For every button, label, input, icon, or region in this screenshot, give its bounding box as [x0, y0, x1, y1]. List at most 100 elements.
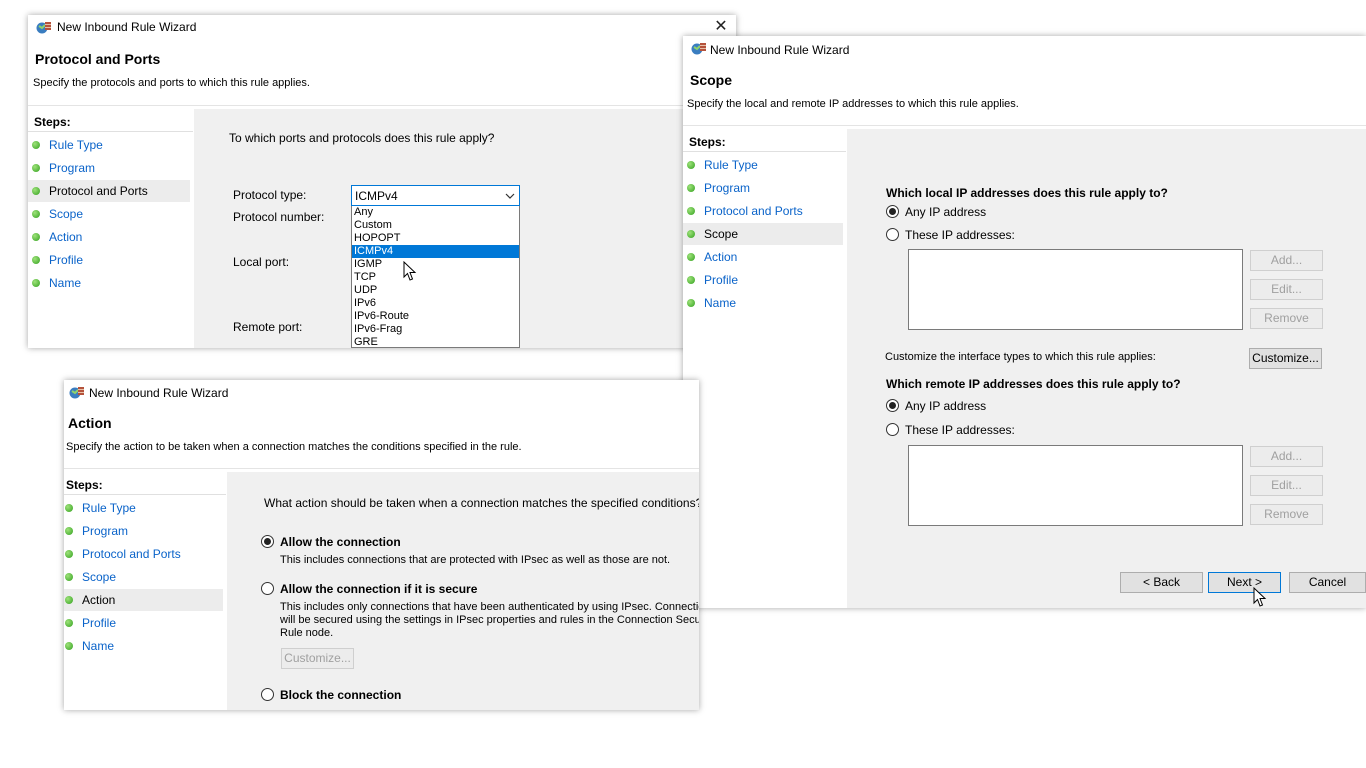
step-profile[interactable]: Profile — [28, 249, 190, 271]
step-rule-type[interactable]: Rule Type — [683, 154, 843, 176]
step-scope[interactable]: Scope — [28, 203, 190, 225]
protocol-ports-wizard-window: New Inbound Rule Wizard ✕ Protocol and P… — [28, 15, 736, 348]
allow-secure-label: Allow the connection if it is secure — [280, 582, 478, 596]
dropdown-option[interactable]: Any — [352, 206, 519, 219]
cancel-button[interactable]: Cancel — [1289, 572, 1366, 593]
mouse-pointer-icon — [1253, 587, 1267, 607]
steps-divider — [28, 131, 193, 132]
green-dot-icon — [687, 276, 695, 284]
protocol-number-label: Protocol number: — [233, 210, 325, 224]
next-button[interactable]: Next > — [1208, 572, 1281, 593]
dropdown-option[interactable]: IPv6-Route — [352, 310, 519, 323]
step-scope[interactable]: Scope — [64, 566, 223, 588]
step-rule-type[interactable]: Rule Type — [64, 497, 223, 519]
steps-heading: Steps: — [66, 478, 103, 492]
step-label: Rule Type — [49, 138, 103, 152]
customize-secure-button[interactable]: Customize... — [281, 648, 354, 669]
step-label: Profile — [704, 273, 739, 287]
allow-connection-radio[interactable] — [261, 535, 274, 548]
window-title: New Inbound Rule Wizard — [57, 20, 197, 34]
step-action[interactable]: Action — [64, 589, 223, 611]
dropdown-option[interactable]: UDP — [352, 284, 519, 297]
dropdown-option[interactable]: TCP — [352, 271, 519, 284]
customize-interfaces-button[interactable]: Customize... — [1249, 348, 1322, 369]
allow-secure-desc-line1: This includes only connections that have… — [280, 601, 699, 613]
green-dot-icon — [65, 527, 73, 535]
dropdown-option[interactable]: Custom — [352, 219, 519, 232]
step-name[interactable]: Name — [64, 635, 223, 657]
dropdown-option[interactable]: HOPOPT — [352, 232, 519, 245]
protocol-type-dropdown[interactable]: Any Custom HOPOPT ICMPv4 IGMP TCP UDP IP… — [351, 206, 520, 348]
step-program[interactable]: Program — [64, 520, 223, 542]
step-label: Scope — [49, 207, 84, 221]
remote-any-ip-radio[interactable] — [886, 399, 899, 412]
steps-panel: Steps: Rule Type Program Protocol and Po… — [28, 109, 193, 348]
remote-these-ip-radio[interactable] — [886, 423, 899, 436]
allow-secure-radio[interactable] — [261, 582, 274, 595]
green-dot-icon — [687, 253, 695, 261]
steps-divider — [64, 494, 226, 495]
back-button[interactable]: < Back — [1120, 572, 1203, 593]
green-dot-icon — [687, 230, 695, 238]
chevron-down-icon — [505, 193, 515, 199]
local-any-ip-radio[interactable] — [886, 205, 899, 218]
remote-remove-button[interactable]: Remove — [1250, 504, 1323, 525]
block-connection-label: Block the connection — [280, 688, 402, 702]
page-subtitle: Specify the action to be taken when a co… — [66, 441, 522, 453]
green-dot-icon — [32, 187, 40, 195]
action-question: What action should be taken when a conne… — [264, 496, 699, 510]
step-protocol-and-ports[interactable]: Protocol and Ports — [64, 543, 223, 565]
steps-panel: Steps: Rule Type Program Protocol and Po… — [683, 129, 846, 608]
allow-secure-desc-line2: will be secured using the settings in IP… — [280, 614, 699, 626]
green-dot-icon — [687, 207, 695, 215]
window-title: New Inbound Rule Wizard — [89, 386, 229, 400]
close-icon[interactable]: ✕ — [711, 17, 731, 37]
customize-interfaces-text: Customize the interface types to which t… — [885, 351, 1156, 363]
step-action[interactable]: Action — [28, 226, 190, 248]
block-connection-radio[interactable] — [261, 688, 274, 701]
local-ip-listbox[interactable] — [908, 249, 1243, 330]
action-wizard-window: New Inbound Rule Wizard Action Specify t… — [64, 380, 699, 710]
page-title: Protocol and Ports — [35, 51, 161, 67]
step-scope[interactable]: Scope — [683, 223, 843, 245]
local-remove-button[interactable]: Remove — [1250, 308, 1323, 329]
step-protocol-and-ports[interactable]: Protocol and Ports — [28, 180, 190, 202]
scope-wizard-window: New Inbound Rule Wizard Scope Specify th… — [683, 36, 1366, 608]
step-name[interactable]: Name — [683, 292, 843, 314]
green-dot-icon — [65, 596, 73, 604]
local-these-ip-radio[interactable] — [886, 228, 899, 241]
dropdown-option[interactable]: IPv6 — [352, 297, 519, 310]
page-subtitle: Specify the protocols and ports to which… — [33, 77, 310, 89]
remote-edit-button[interactable]: Edit... — [1250, 475, 1323, 496]
dropdown-option[interactable]: IPv6-Frag — [352, 323, 519, 336]
remote-add-button[interactable]: Add... — [1250, 446, 1323, 467]
local-any-ip-label: Any IP address — [905, 205, 987, 219]
dropdown-option-selected[interactable]: ICMPv4 — [352, 245, 519, 258]
step-label: Action — [82, 593, 116, 607]
ports-question: To which ports and protocols does this r… — [229, 131, 495, 145]
step-label: Program — [82, 524, 129, 538]
local-ip-question: Which local IP addresses does this rule … — [886, 186, 1168, 200]
local-edit-button[interactable]: Edit... — [1250, 279, 1323, 300]
local-add-button[interactable]: Add... — [1250, 250, 1323, 271]
title-bar: New Inbound Rule Wizard — [683, 36, 1366, 60]
remote-ip-listbox[interactable] — [908, 445, 1243, 526]
step-program[interactable]: Program — [683, 177, 843, 199]
step-program[interactable]: Program — [28, 157, 190, 179]
steps-heading: Steps: — [689, 135, 726, 149]
window-title: New Inbound Rule Wizard — [710, 43, 850, 57]
green-dot-icon — [32, 233, 40, 241]
protocol-type-select[interactable]: ICMPv4 — [351, 185, 520, 206]
local-these-ip-label: These IP addresses: — [905, 228, 1015, 242]
step-profile[interactable]: Profile — [683, 269, 843, 291]
step-protocol-and-ports[interactable]: Protocol and Ports — [683, 200, 843, 222]
step-name[interactable]: Name — [28, 272, 190, 294]
step-action[interactable]: Action — [683, 246, 843, 268]
step-label: Rule Type — [704, 158, 758, 172]
step-rule-type[interactable]: Rule Type — [28, 134, 190, 156]
dropdown-option[interactable]: IGMP — [352, 258, 519, 271]
step-label: Protocol and Ports — [82, 547, 181, 561]
dropdown-option[interactable]: GRE — [352, 336, 519, 347]
green-dot-icon — [65, 504, 73, 512]
step-profile[interactable]: Profile — [64, 612, 223, 634]
